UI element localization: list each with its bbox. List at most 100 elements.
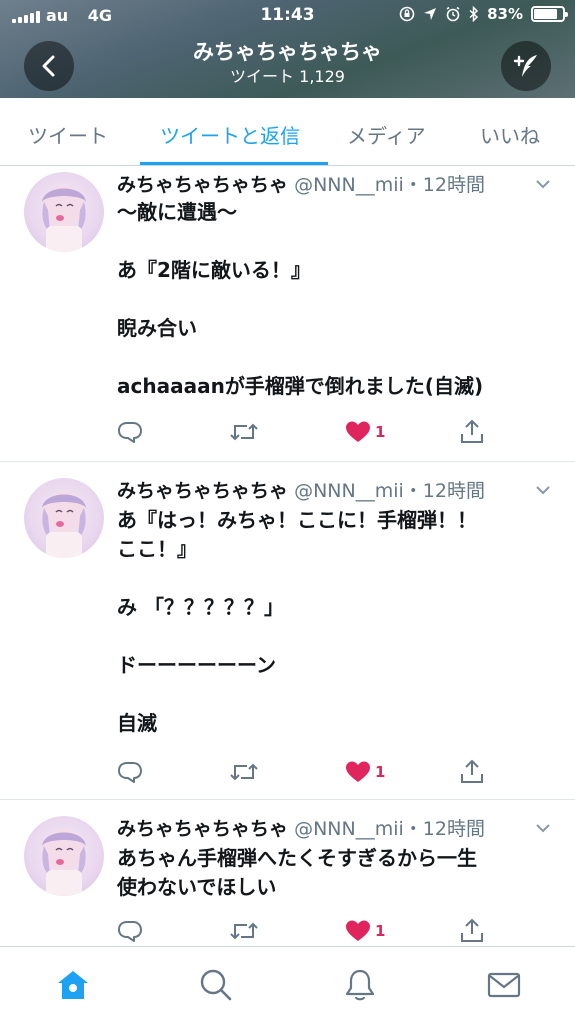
tweet-line xyxy=(117,622,547,651)
quill-plus-icon xyxy=(513,55,537,77)
author-name[interactable]: みちゃちゃちゃちゃ xyxy=(117,174,288,196)
tweet[interactable]: みちゃちゃちゃちゃ @NNN__mii・12時間 〜敵に遭遇〜 あ『2階に敵いる… xyxy=(0,166,575,462)
retweet-button[interactable] xyxy=(229,418,259,446)
like-button[interactable]: 1 xyxy=(345,917,385,945)
tweet[interactable]: みちゃちゃちゃちゃ @NNN__mii・12時間 あ『はっ！みちゃ！ここに！手榴… xyxy=(0,462,575,800)
tweet-line xyxy=(117,285,547,314)
share-icon xyxy=(461,918,483,942)
bell-icon xyxy=(345,969,375,1001)
like-button[interactable]: 1 xyxy=(345,758,385,786)
tab-likes[interactable]: いいね xyxy=(480,120,540,149)
tweet-actions: 1 xyxy=(117,758,497,786)
heart-icon xyxy=(346,761,370,782)
like-count: 1 xyxy=(375,922,386,940)
author-name[interactable]: みちゃちゃちゃちゃ xyxy=(117,818,288,840)
compose-tweet-button[interactable] xyxy=(501,41,551,91)
nav-notifications[interactable] xyxy=(342,967,378,1003)
tweet-line: 〜敵に遭遇〜 xyxy=(117,200,237,224)
tweet-header: みちゃちゃちゃちゃ @NNN__mii・12時間 xyxy=(117,814,485,841)
retweet-icon xyxy=(230,763,258,781)
tab-media[interactable]: メディア xyxy=(347,120,426,149)
share-button[interactable] xyxy=(460,758,484,786)
tweet-header: みちゃちゃちゃちゃ @NNN__mii・12時間 xyxy=(117,170,485,197)
author-handle-time[interactable]: @NNN__mii・12時間 xyxy=(294,818,485,840)
tweet-line xyxy=(117,564,547,593)
battery-level xyxy=(534,9,558,19)
tweet-line xyxy=(117,227,547,256)
orientation-lock-icon xyxy=(399,6,415,22)
tab-tweets-and-replies[interactable]: ツイートと返信 xyxy=(160,120,300,149)
bottom-tab-bar xyxy=(0,946,575,1024)
retweet-icon xyxy=(230,423,258,441)
tweet-text: 〜敵に遭遇〜 あ『2階に敵いる！』 睨み合い achaaaanが手榴弾で倒れまし… xyxy=(117,198,547,401)
tweet-line xyxy=(117,343,547,372)
tab-tweets[interactable]: ツイート xyxy=(28,120,108,149)
tweet-header: みちゃちゃちゃちゃ @NNN__mii・12時間 xyxy=(117,476,485,503)
bluetooth-icon xyxy=(469,6,479,22)
active-tab-indicator xyxy=(140,162,328,165)
avatar-illustration xyxy=(42,830,86,896)
battery-icon xyxy=(531,6,568,22)
share-button[interactable] xyxy=(460,418,484,446)
tweet[interactable]: みちゃちゃちゃちゃ @NNN__mii・12時間 あちゃん手榴弾へたくそすぎるか… xyxy=(0,800,575,946)
author-name[interactable]: みちゃちゃちゃちゃ xyxy=(117,480,288,502)
status-bar: au 4G 11:43 83% xyxy=(0,0,575,32)
author-handle-time[interactable]: @NNN__mii・12時間 xyxy=(294,480,485,502)
tweet-line: み 「？？？？？」 xyxy=(117,595,284,619)
tweet-line: ドーーーーーーン xyxy=(117,653,276,677)
chevron-down-icon[interactable] xyxy=(533,818,553,838)
tweet-line xyxy=(117,680,547,709)
tweet-line: あ『2階に敵いる！』 xyxy=(117,258,311,282)
chevron-down-icon[interactable] xyxy=(533,174,553,194)
home-icon xyxy=(58,971,88,999)
chevron-down-icon[interactable] xyxy=(533,480,553,500)
tweet-line: 自滅 xyxy=(117,711,157,735)
avatar[interactable] xyxy=(24,478,104,558)
avatar-illustration xyxy=(42,492,86,558)
share-button[interactable] xyxy=(460,917,484,945)
tweet-line: ここ！』 xyxy=(117,537,197,561)
reply-icon xyxy=(118,422,142,443)
reply-icon xyxy=(118,762,142,783)
like-button[interactable]: 1 xyxy=(345,418,385,446)
avatar[interactable] xyxy=(24,816,104,896)
tweet-text: あちゃん手榴弾へたくそすぎるから一生 使わないでほしい xyxy=(117,844,547,902)
status-icons: 83% xyxy=(399,5,568,23)
nav-home[interactable] xyxy=(55,967,91,1003)
location-icon xyxy=(424,8,437,20)
tweet-line: achaaaanが手榴弾で倒れました(自滅) xyxy=(117,374,484,398)
profile-tabs: ツイート ツイートと返信 メディア いいね xyxy=(0,98,575,166)
battery-percent: 83% xyxy=(487,5,523,23)
retweet-icon xyxy=(230,922,258,940)
nav-search[interactable] xyxy=(198,967,234,1003)
like-count: 1 xyxy=(375,763,386,781)
tweet-line: あちゃん手榴弾へたくそすぎるから一生 xyxy=(117,846,477,870)
author-handle-time[interactable]: @NNN__mii・12時間 xyxy=(294,174,485,196)
retweet-button[interactable] xyxy=(229,917,259,945)
reply-button[interactable] xyxy=(117,758,143,786)
profile-name: みちゃちゃちゃちゃ xyxy=(193,40,382,64)
reply-button[interactable] xyxy=(117,418,143,446)
retweet-button[interactable] xyxy=(229,758,259,786)
search-icon xyxy=(200,969,232,1001)
nav-messages[interactable] xyxy=(486,967,522,1003)
envelope-icon xyxy=(487,972,521,998)
heart-icon xyxy=(346,421,370,442)
tweet-line: 使わないでほしい xyxy=(117,875,277,899)
avatar-illustration xyxy=(42,186,86,252)
avatar[interactable] xyxy=(24,172,104,252)
reply-button[interactable] xyxy=(117,917,143,945)
reply-icon xyxy=(118,921,142,942)
profile-header: au 4G 11:43 83% みちゃちゃちゃちゃ ツイート 1,129 xyxy=(0,0,575,98)
alarm-icon xyxy=(446,6,460,22)
tweet-actions: 1 xyxy=(117,418,497,446)
tweet-line: 睨み合い xyxy=(117,316,197,340)
share-icon xyxy=(461,759,483,783)
heart-icon xyxy=(346,920,370,941)
share-icon xyxy=(461,419,483,443)
tweet-text: あ『はっ！みちゃ！ここに！手榴弾！！ ここ！』 み 「？？？？？」 ドーーーーー… xyxy=(117,506,547,738)
tweet-count: ツイート 1,129 xyxy=(230,67,345,86)
tweet-line: あ『はっ！みちゃ！ここに！手榴弾！！ xyxy=(117,508,477,532)
like-count: 1 xyxy=(375,423,386,441)
tweet-actions: 1 xyxy=(117,917,497,945)
